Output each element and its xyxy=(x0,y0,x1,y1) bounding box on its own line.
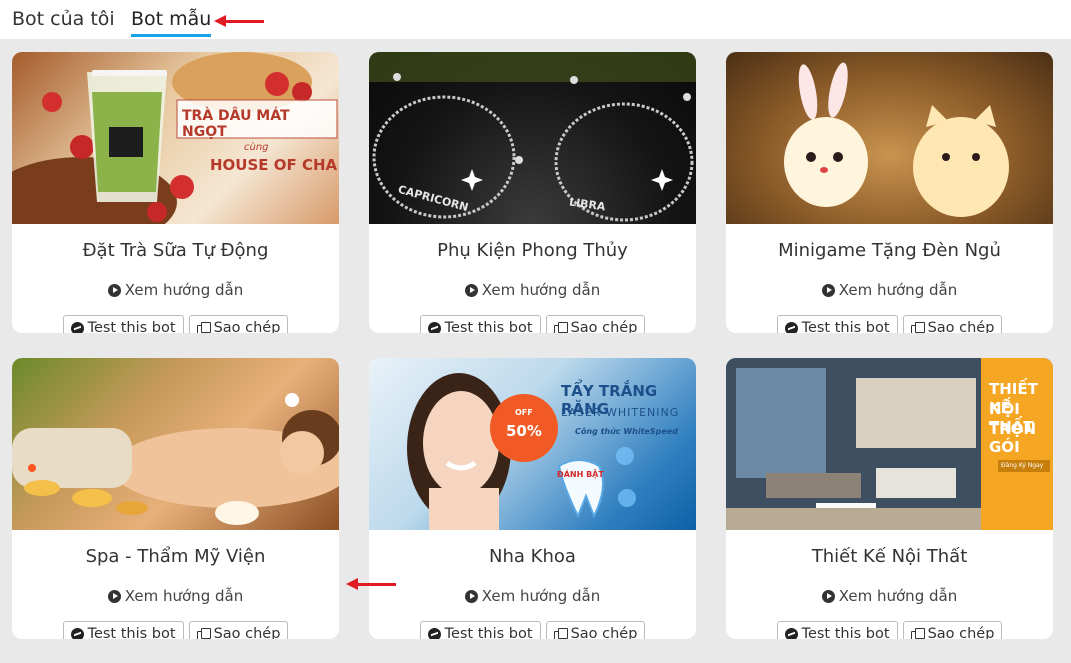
copy-icon xyxy=(553,627,568,639)
copy-button[interactable]: Sao chép xyxy=(188,315,289,333)
image-caption: Công thức WhiteSpeed xyxy=(575,427,678,436)
card-image: THIẾT KẾ NỘI THẤT TRỌN GÓI Đăng Ký Ngay xyxy=(726,358,1053,530)
tab-template-bots[interactable]: Bot mẫu xyxy=(131,8,212,37)
copy-button[interactable]: Sao chép xyxy=(545,315,646,333)
copy-button[interactable]: Sao chép xyxy=(545,621,646,639)
test-bot-button[interactable]: Test this bot xyxy=(419,621,541,639)
card-image: CAPRICORN LIBRA xyxy=(369,52,696,224)
copy-icon xyxy=(196,321,211,333)
test-bot-button[interactable]: Test this bot xyxy=(419,315,541,333)
image-subtext: cùng xyxy=(244,142,269,153)
tab-bar: Bot của tôi Bot mẫu xyxy=(0,0,1071,39)
guide-link[interactable]: Xem hướng dẫn xyxy=(726,587,1053,605)
play-circle-icon xyxy=(821,589,835,603)
test-bot-button[interactable]: Test this bot xyxy=(776,315,898,333)
card-image xyxy=(12,358,339,530)
copy-icon xyxy=(910,321,925,333)
card-image xyxy=(726,52,1053,224)
play-circle-icon xyxy=(107,283,121,297)
test-bot-button[interactable]: Test this bot xyxy=(776,621,898,639)
messenger-icon xyxy=(784,321,798,333)
play-circle-icon xyxy=(464,589,478,603)
copy-button[interactable]: Sao chép xyxy=(902,315,1003,333)
card-title: Minigame Tặng Đèn Ngủ xyxy=(778,240,1001,261)
play-circle-icon xyxy=(107,589,121,603)
play-circle-icon xyxy=(821,283,835,297)
image-cta: Đăng Ký Ngay xyxy=(1001,462,1044,469)
arrow-left-icon xyxy=(346,578,396,590)
image-brand: HOUSE OF CHA xyxy=(210,156,338,174)
template-card: TRÀ DÂU MÁT NGỌT cùng HOUSE OF CHA Đặt T… xyxy=(12,52,339,333)
copy-icon xyxy=(196,627,211,639)
guide-link[interactable]: Xem hướng dẫn xyxy=(12,587,339,605)
arrow-left-icon xyxy=(214,15,264,27)
night-lamp-illustration xyxy=(784,62,1009,217)
card-title: Nha Khoa xyxy=(489,546,576,567)
messenger-icon xyxy=(427,627,441,639)
card-title: Phụ Kiện Phong Thủy xyxy=(437,240,628,261)
template-card: TẨY TRẮNG RĂNG LASER WHITENING Công thức… xyxy=(369,358,696,639)
discount-off: OFF xyxy=(515,408,533,417)
template-card: Minigame Tặng Đèn Ngủ Xem hướng dẫn Test… xyxy=(726,52,1053,333)
tab-my-bots[interactable]: Bot của tôi xyxy=(12,8,115,30)
card-image: TẨY TRẮNG RĂNG LASER WHITENING Công thức… xyxy=(369,358,696,530)
guide-link[interactable]: Xem hướng dẫn xyxy=(369,587,696,605)
messenger-icon xyxy=(784,627,798,639)
guide-link[interactable]: Xem hướng dẫn xyxy=(12,281,339,299)
test-bot-button[interactable]: Test this bot xyxy=(62,315,184,333)
template-card: Spa - Thẩm Mỹ Viện Xem hướng dẫn Test th… xyxy=(12,358,339,639)
image-headline: TRÀ DÂU MÁT NGỌT xyxy=(182,108,290,140)
card-title: Spa - Thẩm Mỹ Viện xyxy=(85,546,266,567)
copy-button[interactable]: Sao chép xyxy=(902,621,1003,639)
messenger-icon xyxy=(70,321,84,333)
image-headline-line3: TRỌN GÓI xyxy=(989,420,1037,456)
messenger-icon xyxy=(70,627,84,639)
spa-illustration xyxy=(12,393,339,525)
copy-icon xyxy=(553,321,568,333)
template-card: CAPRICORN LIBRA Phụ Kiện Phong Thủy Xem … xyxy=(369,52,696,333)
template-card: THIẾT KẾ NỘI THẤT TRỌN GÓI Đăng Ký Ngay … xyxy=(726,358,1053,639)
image-tooth-label: ĐÁNH BẬT xyxy=(557,470,604,479)
discount-value: 50% xyxy=(506,422,542,440)
test-bot-button[interactable]: Test this bot xyxy=(62,621,184,639)
card-title: Thiết Kế Nội Thất xyxy=(811,546,968,567)
copy-button[interactable]: Sao chép xyxy=(188,621,289,639)
card-title: Đặt Trà Sữa Tự Động xyxy=(82,240,269,261)
play-circle-icon xyxy=(464,283,478,297)
copy-icon xyxy=(910,627,925,639)
guide-link[interactable]: Xem hướng dẫn xyxy=(726,281,1053,299)
card-image: TRÀ DÂU MÁT NGỌT cùng HOUSE OF CHA xyxy=(12,52,339,224)
guide-link[interactable]: Xem hướng dẫn xyxy=(369,281,696,299)
image-subheadline: LASER WHITENING xyxy=(561,406,680,419)
messenger-icon xyxy=(427,321,441,333)
